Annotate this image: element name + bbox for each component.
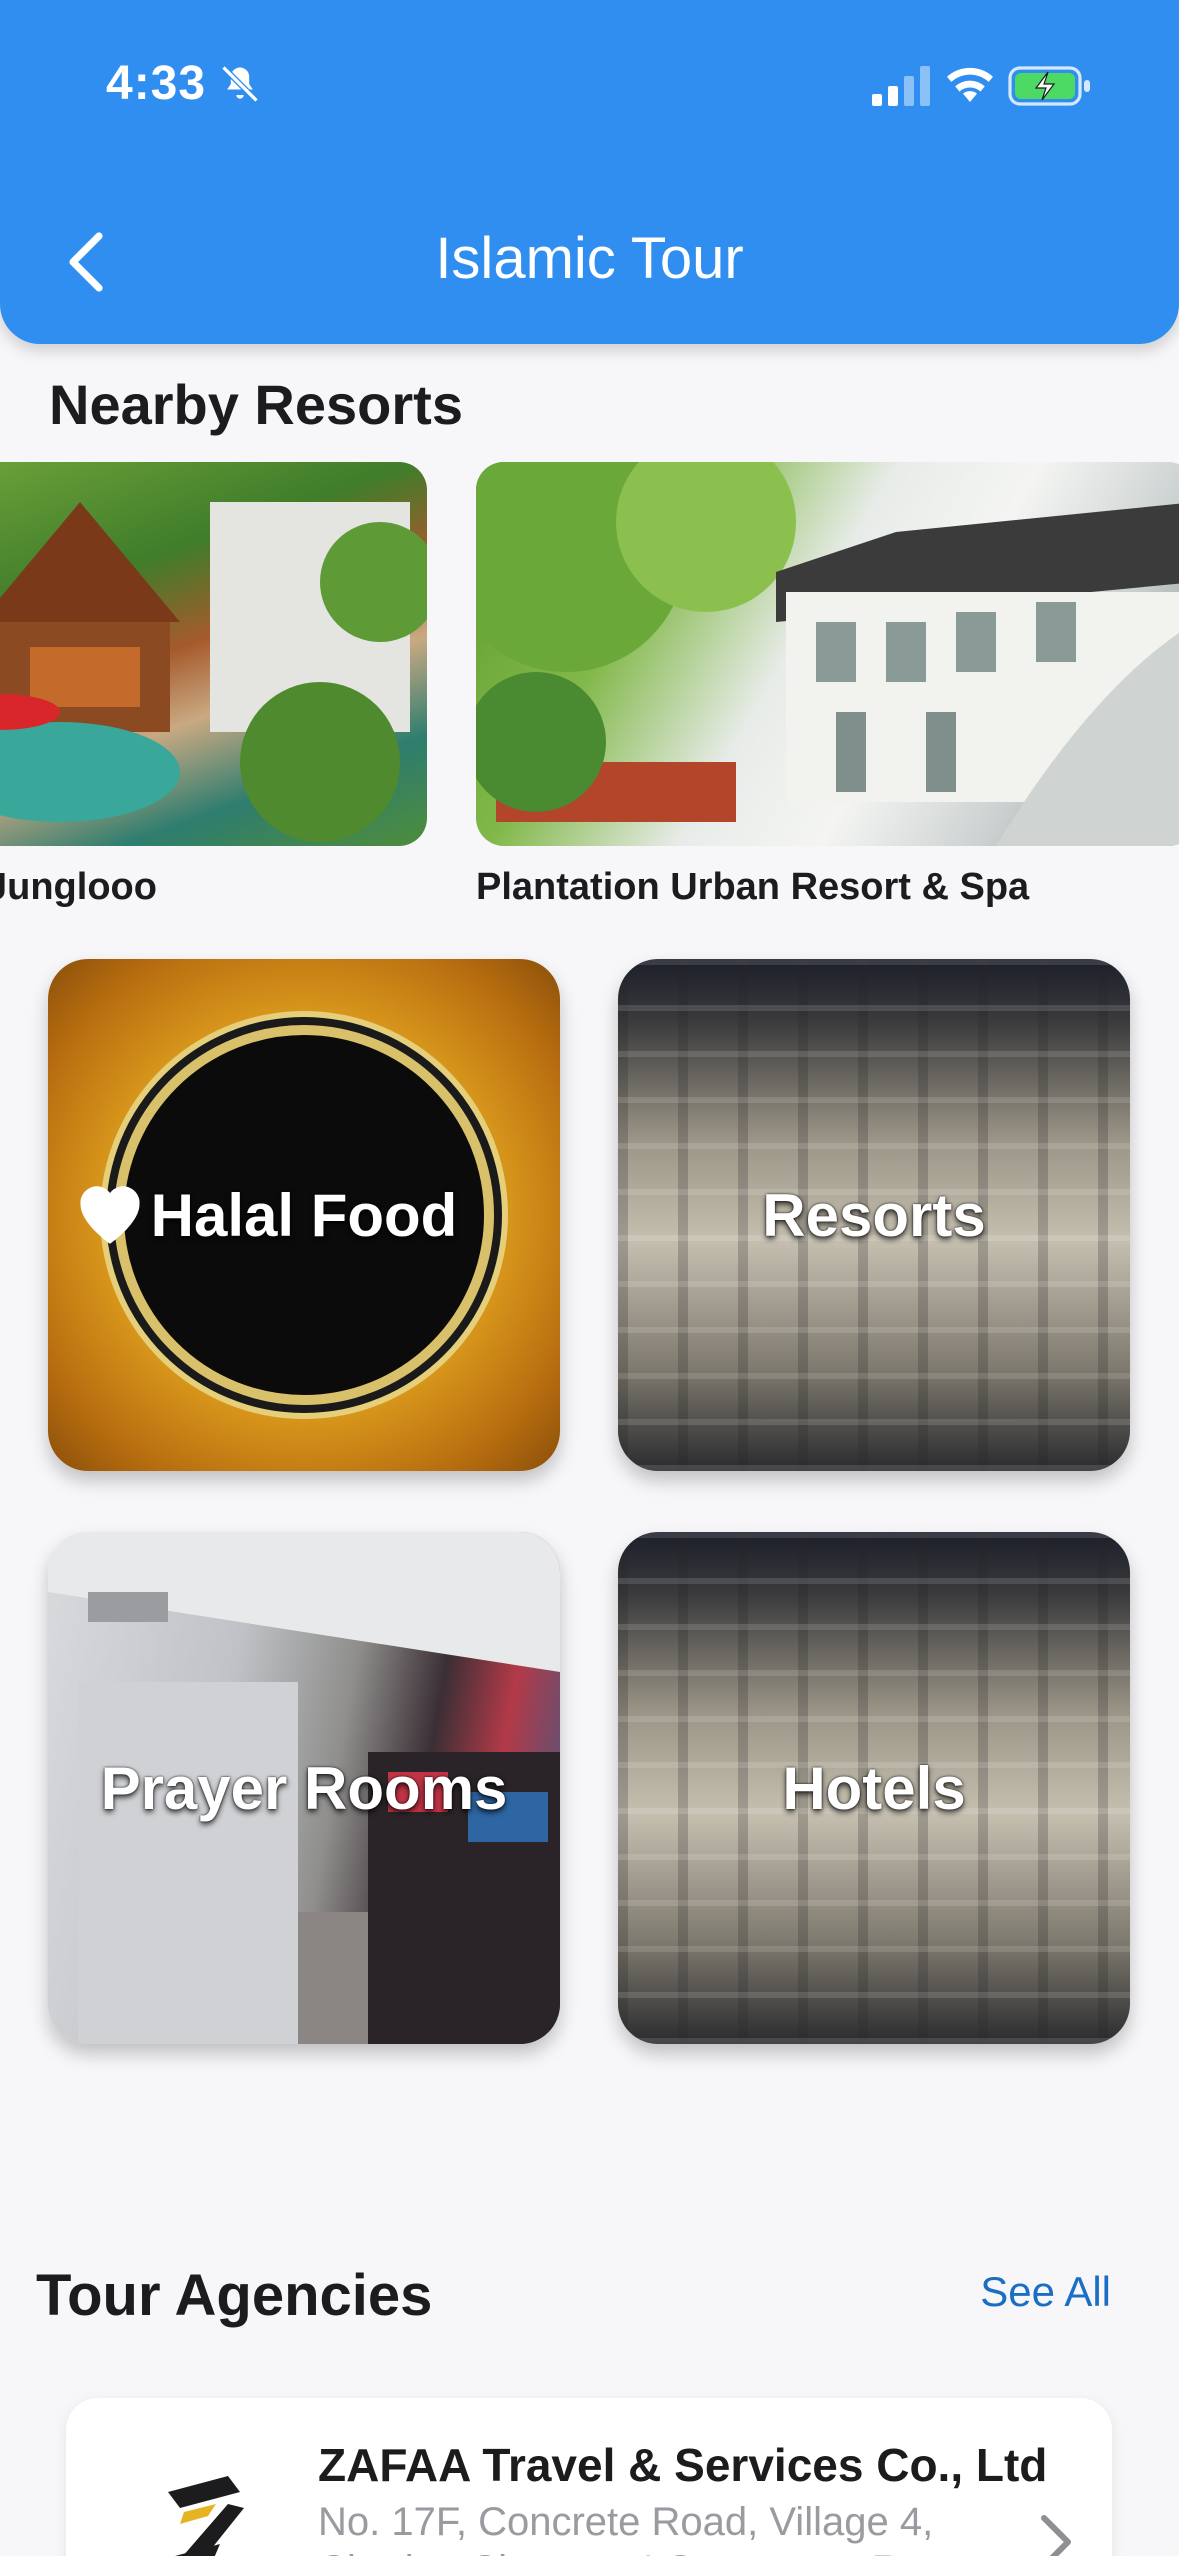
app-header: 4:33 Islamic Tour: [0, 0, 1179, 344]
resort-name: Junglooo: [0, 866, 157, 908]
chevron-right-icon: [1041, 2515, 1071, 2556]
category-tile-prayer-rooms[interactable]: Prayer Rooms: [48, 1532, 560, 2044]
status-time: 4:33: [106, 57, 207, 110]
resort-photo: [0, 502, 427, 842]
resort-photo: [476, 462, 1179, 846]
page-title: Islamic Tour: [435, 226, 744, 291]
cellular-signal-icon: [872, 66, 930, 106]
resort-name: Plantation Urban Resort & Spa: [476, 866, 1030, 908]
category-label: Halal Food: [150, 1181, 458, 1249]
agency-name: ZAFAA Travel & Services Co., Ltd: [318, 2439, 1048, 2491]
see-all-link[interactable]: See All: [980, 2268, 1111, 2316]
category-tile-resorts[interactable]: Resorts: [618, 959, 1130, 1471]
category-label: Prayer Rooms: [100, 1754, 508, 1822]
agency-address: No. 17F, Concrete Road, Village 4, Chroi…: [318, 2500, 1005, 2556]
category-label: Resorts: [762, 1181, 986, 1249]
category-tile-halal-food[interactable]: Halal Food: [48, 959, 560, 1471]
resort-card-image[interactable]: [476, 462, 1179, 846]
nearby-resorts-title: Nearby Resorts: [49, 373, 463, 436]
agency-logo: [168, 2476, 244, 2556]
heart-icon: [80, 1186, 140, 1244]
resort-card-image[interactable]: [0, 462, 427, 846]
battery-charging-icon: [1008, 66, 1090, 106]
category-label: Hotels: [782, 1754, 966, 1822]
tour-agencies-title: Tour Agencies: [36, 2263, 433, 2328]
agency-card[interactable]: ZAFAA Travel & Services Co., Ltd No. 17F…: [66, 2398, 1112, 2556]
category-tile-hotels[interactable]: Hotels: [618, 1532, 1130, 2044]
wifi-icon: [947, 67, 993, 102]
bell-slash-icon: [221, 65, 259, 103]
